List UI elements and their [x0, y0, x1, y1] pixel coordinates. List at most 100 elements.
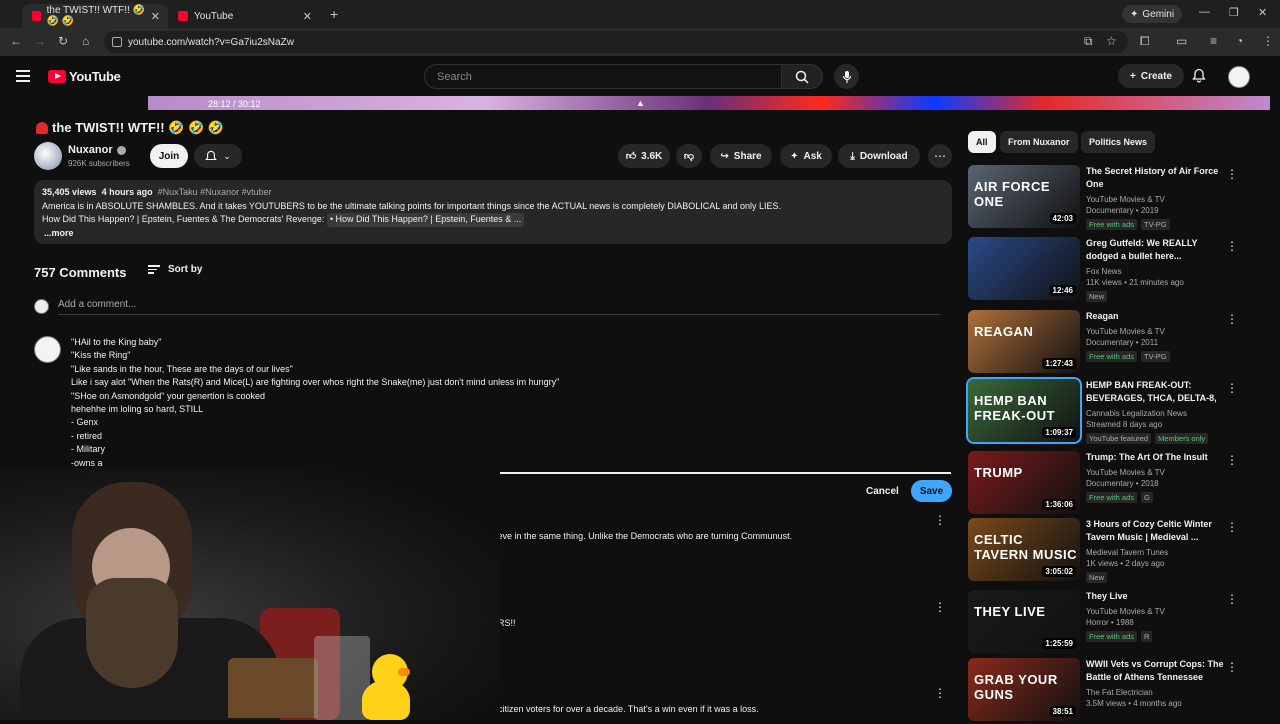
account-avatar[interactable]	[1228, 66, 1250, 88]
video-menu-icon[interactable]: ⋮	[1226, 167, 1238, 181]
channel-name[interactable]: YouTube Movies & TV	[1086, 606, 1224, 617]
video-menu-icon[interactable]: ⋮	[1226, 520, 1238, 534]
show-more-link[interactable]: ...more	[42, 227, 944, 241]
create-button[interactable]: + Create	[1118, 64, 1184, 88]
browser-menu-icon[interactable]: ⋮	[1262, 34, 1274, 48]
reload-icon[interactable]: ↻	[58, 34, 68, 48]
close-window-icon[interactable]: ✕	[1258, 6, 1267, 19]
save-button[interactable]: Save	[911, 480, 952, 502]
video-thumbnail[interactable]: TRUMP 1:36:06	[968, 451, 1080, 514]
url-field[interactable]: youtube.com/watch?v=Ga7iu2sNaZw	[104, 31, 1128, 53]
recommended-video[interactable]: GRAB YOUR GUNS 38:51 WWII Vets vs Corrupt …	[968, 658, 1268, 724]
recommended-video[interactable]: TRUMP 1:36:06 Trump: The Art Of The Insult…	[968, 451, 1268, 517]
install-app-icon[interactable]: ⧉	[1084, 34, 1093, 49]
linked-video-chip[interactable]: • How Did This Happen? | Epstein, Fuente…	[326, 213, 525, 227]
notifications-icon[interactable]	[1192, 68, 1206, 88]
subscribe-notifications-button[interactable]: ⌄	[194, 144, 242, 168]
chip-all[interactable]: All	[968, 131, 996, 153]
channel-name[interactable]: The Fat Electrician	[1086, 687, 1224, 698]
cast-icon[interactable]: ▭	[1176, 34, 1187, 48]
video-title[interactable]: 3 Hours of Cozy Celtic Winter Tavern Mus…	[1086, 518, 1224, 544]
channel-name[interactable]: Cannabis Legalization News	[1086, 408, 1224, 419]
video-thumbnail[interactable]: REAGAN 1:27:43	[968, 310, 1080, 373]
profile-icon[interactable]: ◔	[1236, 34, 1243, 48]
forward-icon[interactable]: →	[34, 34, 46, 48]
chip-from-channel[interactable]: From Nuxanor	[1000, 131, 1078, 153]
search-button[interactable]	[781, 64, 823, 89]
video-menu-icon[interactable]: ⋮	[1226, 453, 1238, 467]
recommended-video[interactable]: AIR FORCE ONE 42:03 The Secret History of …	[968, 165, 1268, 231]
comment-edit-field[interactable]: "HAil to the King baby" "Kiss the Ring" …	[71, 336, 559, 470]
dislike-button[interactable]: 👎︎	[676, 144, 702, 168]
browser-tab-active[interactable]: the TWIST!! WTF!! 🤣 🤣 🤣 ✕	[22, 4, 168, 28]
hashtags[interactable]: #NuxTaku #Nuxanor #vtuber	[158, 187, 272, 197]
video-menu-icon[interactable]: ⋮	[1226, 660, 1238, 674]
channel-name[interactable]: Medieval Tavern Tunes	[1086, 547, 1224, 558]
recommended-video[interactable]: THEY LIVE 1:25:59 They Live YouTube Movies …	[968, 590, 1268, 656]
video-title: the TWIST!! WTF!! 🤣 🤣 🤣	[36, 120, 224, 136]
channel-name[interactable]: YouTube Movies & TV	[1086, 194, 1224, 205]
channel-name[interactable]: Fox News	[1086, 266, 1224, 277]
video-info: 3 Hours of Cozy Celtic Winter Tavern Mus…	[1086, 518, 1224, 583]
channel-name[interactable]: YouTube Movies & TV	[1086, 326, 1224, 337]
back-icon[interactable]: ←	[10, 34, 22, 48]
comment-menu-icon[interactable]: ⋮	[934, 686, 946, 700]
home-icon[interactable]: ⌂	[82, 34, 89, 48]
minimize-icon[interactable]: —	[1199, 6, 1210, 18]
bookmark-star-icon[interactable]: ☆	[1106, 34, 1117, 48]
site-info-icon[interactable]	[112, 37, 122, 47]
gemini-button[interactable]: ✦ Gemini	[1122, 5, 1183, 23]
recommended-video[interactable]: HEMP BAN FREAK-OUT 1:09:37 HEMP BAN FREAK-…	[966, 377, 1268, 445]
search-input[interactable]: Search	[424, 64, 782, 89]
ask-button[interactable]: ✦ Ask	[780, 144, 832, 168]
close-tab-icon[interactable]: ✕	[303, 10, 312, 23]
video-menu-icon[interactable]: ⋮	[1226, 381, 1238, 395]
menu-icon[interactable]	[16, 70, 30, 82]
video-menu-icon[interactable]: ⋮	[1226, 312, 1238, 326]
video-thumbnail[interactable]: THEY LIVE 1:25:59	[968, 590, 1080, 653]
video-menu-icon[interactable]: ⋮	[1226, 239, 1238, 253]
video-title[interactable]: Reagan	[1086, 310, 1224, 323]
restore-icon[interactable]: ❐	[1229, 6, 1239, 19]
video-title[interactable]: The Secret History of Air Force One	[1086, 165, 1224, 191]
comment-menu-icon[interactable]: ⋮	[934, 513, 946, 527]
join-button[interactable]: Join	[150, 144, 188, 168]
video-menu-icon[interactable]: ⋮	[1226, 592, 1238, 606]
video-thumbnail[interactable]: AIR FORCE ONE 42:03	[968, 165, 1080, 228]
video-title[interactable]: WWII Vets vs Corrupt Cops: The Battle of…	[1086, 658, 1224, 684]
add-comment-input[interactable]: Add a comment...	[58, 299, 136, 310]
video-thumbnail[interactable]: 12:46	[968, 237, 1080, 300]
recommended-video[interactable]: REAGAN 1:27:43 Reagan YouTube Movies & TV Do…	[968, 310, 1268, 376]
share-button[interactable]: ↪ Share	[710, 144, 772, 168]
new-tab-icon[interactable]: +	[330, 6, 338, 22]
video-thumbnail[interactable]: HEMP BAN FREAK-OUT 1:09:37	[966, 377, 1082, 444]
channel-name[interactable]: Nuxanor	[68, 144, 126, 156]
voice-search-button[interactable]	[834, 64, 859, 89]
recommended-video[interactable]: CELTIC TAVERN MUSIC 3:05:02 3 Hours of Coz…	[968, 518, 1268, 584]
video-title[interactable]: HEMP BAN FREAK-OUT: BEVERAGES, THCA, DEL…	[1086, 379, 1224, 405]
recommended-video[interactable]: 12:46 Greg Gutfeld: We REALLY dodged a bu…	[968, 237, 1268, 303]
video-title[interactable]: Greg Gutfeld: We REALLY dodged a bullet …	[1086, 237, 1224, 263]
video-title[interactable]: Trump: The Art Of The Insult	[1086, 451, 1224, 464]
cancel-button[interactable]: Cancel	[858, 480, 907, 502]
video-title[interactable]: They Live	[1086, 590, 1224, 603]
extensions-icon[interactable]: ⧠	[1140, 34, 1150, 49]
comment-menu-icon[interactable]: ⋮	[934, 600, 946, 614]
video-thumbnail[interactable]: GRAB YOUR GUNS 38:51	[968, 658, 1080, 721]
youtube-logo[interactable]: YouTube	[48, 69, 121, 84]
sort-by-button[interactable]: Sort by	[148, 264, 202, 275]
browser-tab[interactable]: YouTube ✕	[168, 4, 320, 28]
more-actions-icon[interactable]: ⋯	[928, 144, 952, 168]
video-player[interactable]	[148, 96, 1270, 110]
reading-list-icon[interactable]: ≡	[1210, 34, 1217, 48]
description-box[interactable]: 35,405 views 4 hours ago #NuxTaku #Nuxan…	[34, 180, 952, 244]
close-tab-icon[interactable]: ✕	[151, 10, 160, 23]
download-button[interactable]: ⤓ Download	[838, 144, 920, 168]
comment-line: "Like sands in the hour, These are the d…	[71, 363, 293, 374]
chevron-up-icon[interactable]: ▲	[636, 98, 645, 108]
chip-politics-news[interactable]: Politics News	[1081, 131, 1156, 153]
channel-name[interactable]: YouTube Movies & TV	[1086, 467, 1224, 478]
like-button[interactable]: 👍︎ 3.6K	[618, 144, 670, 168]
video-thumbnail[interactable]: CELTIC TAVERN MUSIC 3:05:02	[968, 518, 1080, 581]
channel-avatar[interactable]	[34, 142, 62, 170]
